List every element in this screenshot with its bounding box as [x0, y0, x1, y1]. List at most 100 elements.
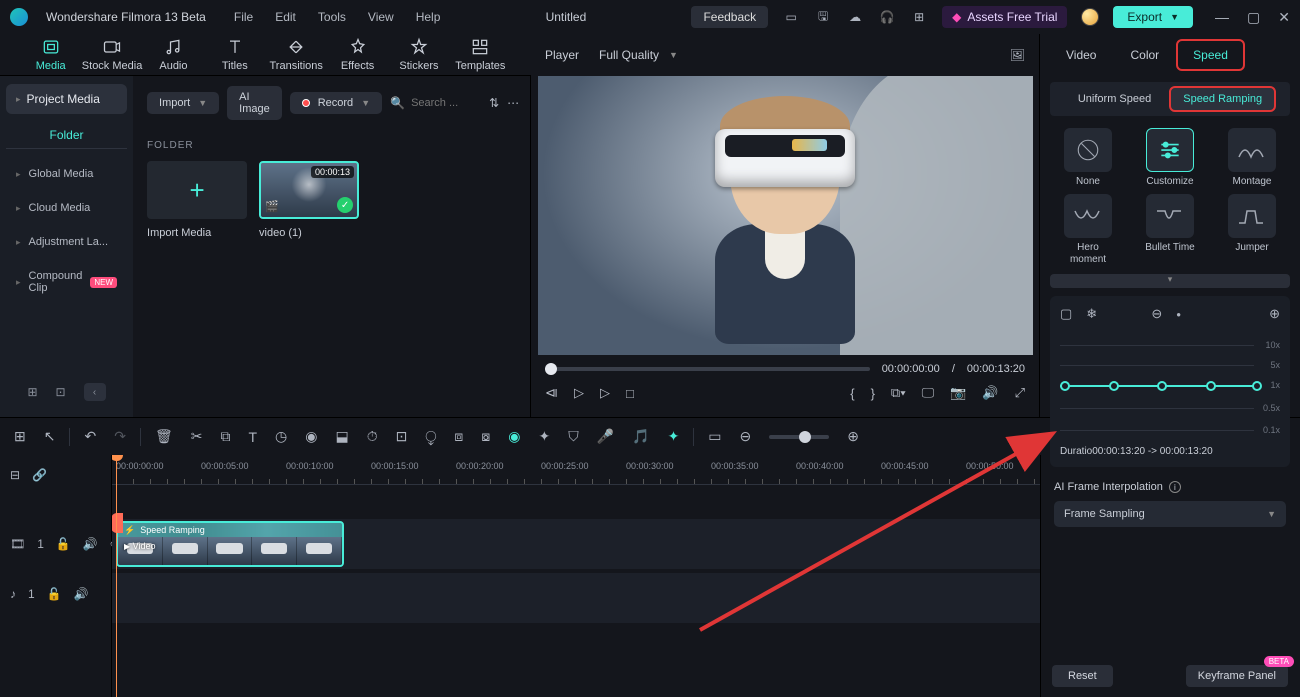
libtab-media[interactable]: Media [20, 34, 81, 75]
video-clip[interactable]: ⚡Speed Ramping ▶ Video [116, 521, 344, 567]
track-link-icon[interactable]: 🔗 [32, 468, 47, 482]
preset-jumper[interactable]: Jumper [1214, 194, 1290, 266]
subtab-uniform-speed[interactable]: Uniform Speed [1066, 88, 1163, 110]
menu-edit[interactable]: Edit [275, 10, 296, 24]
camera-icon[interactable]: 📷 [950, 385, 966, 401]
sidebar-item-cloud-media[interactable]: ▸Cloud Media [6, 193, 127, 223]
frame-icon[interactable]: ▭ [708, 428, 721, 445]
filter-icon[interactable]: ⇅ [489, 96, 499, 110]
marker-icon[interactable]: ✦ [668, 428, 680, 445]
audio-track-header[interactable]: ♪1🔓🔊 [0, 569, 111, 619]
feedback-button[interactable]: Feedback [691, 6, 768, 28]
undo-icon[interactable]: ↶ [84, 428, 96, 445]
sidebar-item-global-media[interactable]: ▸Global Media [6, 159, 127, 189]
keyframe-dot-icon[interactable]: ● [1176, 310, 1181, 319]
graph-block-icon[interactable]: ▢ [1060, 306, 1072, 322]
device-icon[interactable]: ▭ [782, 8, 800, 26]
maximize-button[interactable]: ▢ [1247, 9, 1260, 26]
magnet-icon[interactable]: ⊞ [14, 428, 26, 445]
crop-icon[interactable]: ⧉ [220, 428, 230, 445]
minimize-button[interactable]: — [1215, 9, 1229, 26]
sidebar-folder-label[interactable]: Folder [6, 118, 127, 149]
close-button[interactable]: ✕ [1278, 9, 1290, 26]
quality-dropdown[interactable]: Full Quality▼ [599, 48, 678, 62]
player-viewport[interactable] [538, 76, 1033, 355]
display-icon[interactable]: 🖵 [922, 385, 935, 401]
tab-color[interactable]: Color [1116, 42, 1173, 68]
ai-image-button[interactable]: AI Image [227, 86, 282, 120]
remove-keyframe-icon[interactable]: ⊖ [1151, 306, 1162, 322]
shield-icon[interactable]: ⛉ [568, 428, 579, 445]
lock-icon[interactable]: 🔓 [47, 587, 62, 601]
redo-icon[interactable]: ↷ [114, 428, 126, 445]
timeline-ruler[interactable]: 00:00:00:0000:00:05:0000:00:10:0000:00:1… [112, 455, 1040, 485]
speed-graph[interactable]: 10x 5x 1x 0.5x 0.1x [1060, 330, 1280, 440]
color-icon[interactable]: ◉ [305, 428, 317, 445]
record-dropdown[interactable]: Record▼ [290, 92, 382, 114]
menu-file[interactable]: File [234, 10, 253, 24]
search-input[interactable] [411, 97, 481, 109]
add-keyframe-icon[interactable]: ⊕ [1269, 306, 1280, 322]
focus-icon[interactable]: ⊡ [396, 428, 408, 445]
zoom-in-icon[interactable]: ⊕ [847, 428, 859, 445]
libtab-stickers[interactable]: Stickers [388, 34, 449, 75]
collapse-sidebar-button[interactable]: ‹ [84, 383, 106, 401]
preset-none[interactable]: None [1050, 128, 1126, 188]
aspect-dropdown[interactable]: ⧉▾ [891, 385, 906, 401]
prev-frame-button[interactable]: ⧏ [545, 385, 558, 401]
video-track-header[interactable]: 🎞1🔓🔊👁 [0, 519, 111, 569]
pointer-icon[interactable]: ↖ [44, 428, 56, 445]
search-field[interactable]: 🔍 [390, 96, 481, 110]
assets-free-trial-button[interactable]: ◆Assets Free Trial [942, 6, 1067, 28]
sidebar-header[interactable]: ▸Project Media [6, 84, 127, 114]
mark-out-button[interactable]: } [871, 386, 875, 401]
tab-video[interactable]: Video [1052, 42, 1110, 68]
cut-icon[interactable]: ✂ [191, 428, 203, 445]
subtab-speed-ramping[interactable]: Speed Ramping [1171, 88, 1274, 110]
new-bin-icon[interactable]: ⊡ [56, 385, 66, 399]
libtab-audio[interactable]: Audio [143, 34, 204, 75]
libtab-transitions[interactable]: Transitions [266, 34, 327, 75]
apps-icon[interactable]: ⊞ [910, 8, 928, 26]
speed-icon[interactable]: ◷ [275, 428, 287, 445]
group-icon[interactable]: ⧇ [481, 428, 490, 445]
play-toggle-button[interactable]: ▷ [574, 385, 584, 401]
mute-icon[interactable]: 🔊 [74, 587, 89, 601]
play-button[interactable]: ▷ [600, 385, 610, 401]
sidebar-item-adjustment[interactable]: ▸Adjustment La... [6, 227, 127, 257]
snapshot-icon[interactable]: 🖼 [1010, 48, 1025, 62]
timer-icon[interactable]: ⏱ [367, 428, 378, 445]
timeline-body[interactable]: 00:00:00:0000:00:05:0000:00:10:0000:00:1… [112, 455, 1040, 697]
import-media-tile[interactable]: + Import Media [147, 161, 247, 239]
libtab-templates[interactable]: Templates [450, 34, 511, 75]
fullscreen-icon[interactable]: ⤢ [1015, 385, 1025, 401]
mic-icon[interactable]: 🎤 [597, 428, 614, 445]
freeze-frame-icon[interactable]: ❄ [1086, 306, 1097, 322]
delete-icon[interactable]: 🗑 [155, 428, 173, 445]
text-icon[interactable]: T [248, 429, 257, 445]
mute-icon[interactable]: 🔊 [83, 537, 98, 551]
headset-icon[interactable]: 🎧 [878, 8, 896, 26]
volume-icon[interactable]: 🔊 [982, 385, 998, 401]
keyframe-panel-button[interactable]: Keyframe PanelBETA [1186, 665, 1288, 687]
cloud-icon[interactable]: ☁ [846, 8, 864, 26]
import-dropdown[interactable]: Import▼ [147, 92, 219, 114]
preset-bullet-time[interactable]: Bullet Time [1132, 194, 1208, 266]
link-icon[interactable]: ⧬ [425, 428, 436, 445]
export-button[interactable]: Export▼ [1113, 6, 1193, 28]
effect-icon[interactable]: ✦ [538, 428, 550, 445]
menu-help[interactable]: Help [416, 10, 441, 24]
more-icon[interactable]: ⋯ [507, 96, 519, 110]
libtab-effects[interactable]: Effects [327, 34, 388, 75]
libtab-stock-media[interactable]: Stock Media [81, 34, 142, 75]
music-icon[interactable]: 🎵 [632, 428, 649, 445]
user-avatar[interactable] [1081, 8, 1099, 26]
stack-icon[interactable]: ⧈ [454, 428, 463, 445]
media-tile-video[interactable]: 00:00:13 🎬 ✓ video (1) [259, 161, 359, 239]
menu-view[interactable]: View [368, 10, 394, 24]
sidebar-item-compound-clip[interactable]: ▸Compound ClipNEW [6, 261, 127, 303]
video-track[interactable]: ⚡Speed Ramping ▶ Video [112, 519, 1040, 569]
mark-in-button[interactable]: { [850, 386, 854, 401]
tab-speed[interactable]: Speed [1179, 42, 1242, 68]
zoom-out-icon[interactable]: ⊖ [740, 428, 752, 445]
